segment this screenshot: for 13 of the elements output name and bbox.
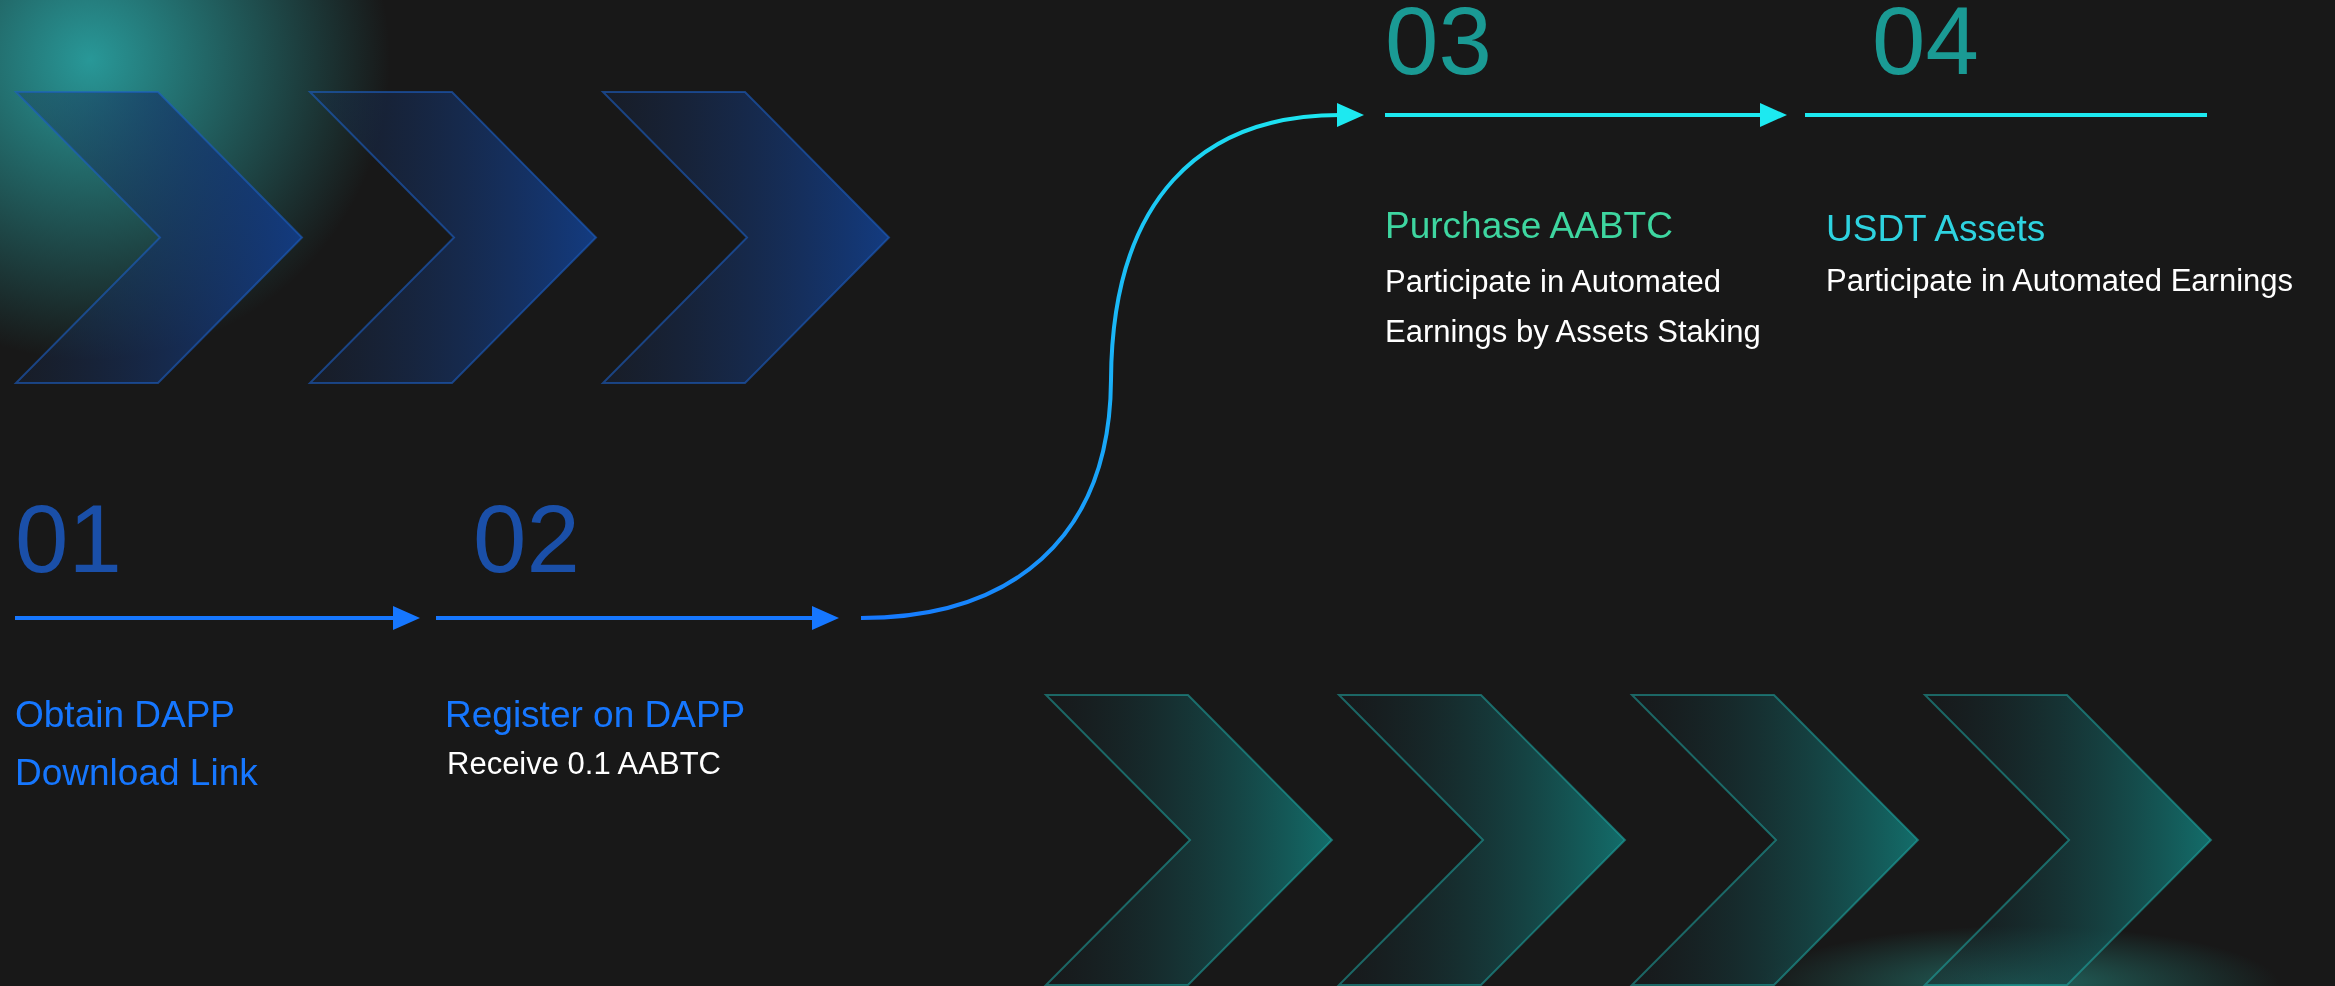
step-number: 01 (15, 498, 122, 580)
step-description: Earnings by Assets Staking (1385, 313, 1761, 351)
step-description: Participate in Automated Earnings (1826, 262, 2293, 300)
step-description: Receive 0.1 AABTC (446, 745, 722, 783)
step-number: 03 (1385, 0, 1492, 82)
step-description: Participate in Automated (1385, 263, 1723, 301)
step-number: 02 (473, 498, 580, 580)
step-title: Register on DAPP (445, 693, 746, 737)
step-title: Purchase AABTC (1385, 204, 1674, 248)
step-title: Download Link (15, 751, 258, 795)
step-title: Obtain DAPP (15, 693, 237, 737)
step-title: USDT Assets (1826, 207, 2047, 251)
step-number: 04 (1872, 0, 1979, 82)
